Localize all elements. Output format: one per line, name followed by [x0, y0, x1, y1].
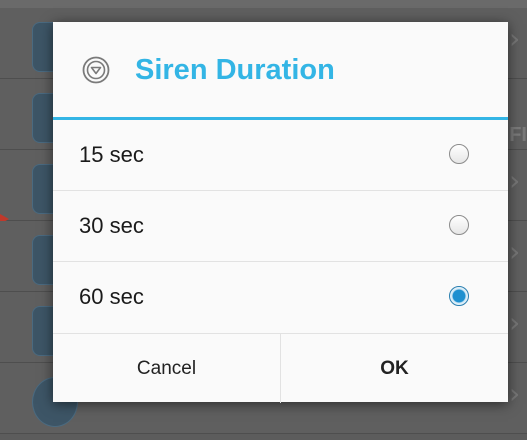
option-30-sec[interactable]: 30 sec [53, 191, 508, 262]
radio-button[interactable] [449, 144, 469, 164]
option-label: 30 sec [79, 213, 144, 238]
siren-duration-dialog: Siren Duration 15 sec 30 sec 60 sec Canc… [53, 22, 508, 403]
radio-button-selected[interactable] [449, 286, 469, 306]
chevron-right-icon: › [509, 164, 521, 197]
option-60-sec[interactable]: 60 sec [53, 262, 508, 332]
dialog-header: Siren Duration [53, 22, 508, 118]
chevron-right-icon: › [509, 306, 521, 339]
option-label: 60 sec [79, 284, 144, 309]
chevron-right-icon: › [509, 22, 521, 55]
chevron-right-icon: › [509, 235, 521, 268]
cancel-button[interactable]: Cancel [53, 334, 280, 403]
background-top-bar [0, 0, 527, 8]
option-label: 15 sec [79, 142, 144, 167]
radio-button[interactable] [449, 215, 469, 235]
dialog-title: Siren Duration [135, 54, 335, 86]
chevron-down-circle-icon [82, 56, 110, 84]
background-partial-text: FI [509, 124, 527, 146]
ok-button[interactable]: OK [281, 334, 508, 403]
dialog-button-bar: Cancel OK [53, 333, 508, 403]
chevron-right-icon: › [509, 377, 521, 410]
option-15-sec[interactable]: 15 sec [53, 120, 508, 191]
